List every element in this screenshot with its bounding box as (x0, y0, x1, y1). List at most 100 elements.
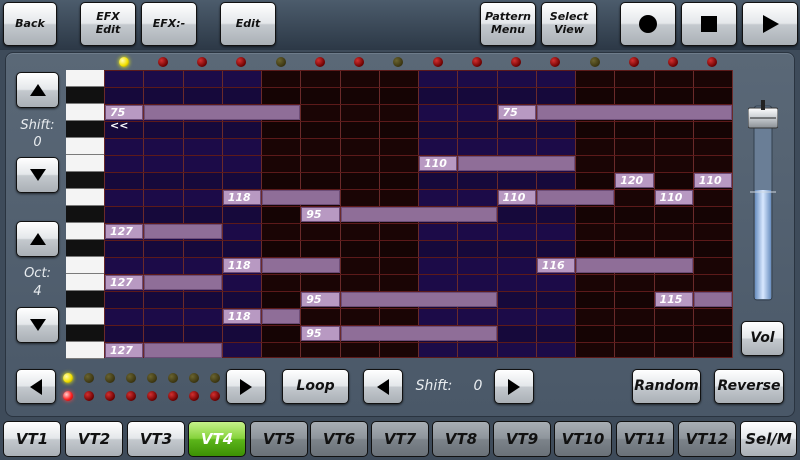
pattern-menu-button[interactable]: Pattern Menu (480, 2, 536, 46)
grid-hline (104, 87, 732, 88)
note-block[interactable]: 75 << (105, 105, 144, 132)
note-block[interactable] (536, 190, 615, 205)
oct-down-button[interactable] (16, 307, 59, 343)
volume-slider[interactable] (747, 80, 779, 302)
shift-right-button[interactable] (494, 369, 534, 404)
note-block[interactable]: 120 (615, 173, 654, 188)
note-block[interactable] (144, 105, 301, 120)
white-key[interactable] (66, 138, 104, 155)
grid-hline (104, 189, 732, 190)
note-block[interactable] (144, 224, 222, 239)
play-button[interactable] (742, 2, 798, 46)
up-arrow-icon (29, 233, 46, 245)
page-led (210, 391, 220, 401)
track-tab-vt5[interactable]: VT5 (250, 421, 308, 457)
white-key[interactable] (66, 257, 104, 274)
page-led (105, 391, 115, 401)
note-block[interactable]: 116 (536, 258, 575, 273)
page-led (210, 373, 220, 383)
shift-down-button[interactable] (16, 157, 59, 193)
piano-keyboard[interactable] (66, 70, 104, 359)
black-key[interactable] (66, 206, 104, 223)
note-block[interactable] (340, 292, 497, 307)
edit-button[interactable]: Edit (220, 2, 276, 46)
note-block[interactable] (536, 105, 732, 120)
page-prev-button[interactable] (16, 369, 56, 404)
note-block[interactable] (693, 292, 732, 307)
loop-button[interactable]: Loop (282, 369, 349, 404)
white-key[interactable] (66, 70, 104, 87)
note-block[interactable]: 110 (497, 190, 536, 205)
track-tab-vt3[interactable]: VT3 (127, 421, 185, 457)
note-block[interactable]: 118 (222, 258, 261, 273)
black-key[interactable] (66, 87, 104, 104)
track-tab-vt7[interactable]: VT7 (371, 421, 429, 457)
black-key[interactable] (66, 121, 104, 138)
note-block[interactable]: 110 (654, 190, 693, 205)
back-button[interactable]: Back (3, 2, 57, 46)
track-tab-vt12[interactable]: VT12 (678, 421, 736, 457)
white-key[interactable] (66, 223, 104, 240)
track-tab-sel-m[interactable]: Sel/M (740, 421, 797, 457)
note-block[interactable]: 95 (301, 292, 340, 307)
white-key[interactable] (66, 189, 104, 206)
note-block[interactable]: 115 (654, 292, 693, 307)
note-block[interactable]: 110 (693, 173, 732, 188)
note-block[interactable] (458, 156, 575, 171)
black-key[interactable] (66, 291, 104, 308)
reverse-button[interactable]: Reverse (714, 369, 784, 404)
note-block[interactable]: 127 (105, 224, 144, 239)
oct-up-button[interactable] (16, 221, 59, 257)
left-arrow-icon (377, 378, 389, 395)
track-tab-vt1[interactable]: VT1 (3, 421, 61, 457)
stop-button[interactable] (681, 2, 737, 46)
track-tab-vt2[interactable]: VT2 (65, 421, 123, 457)
shift-up-button[interactable] (16, 72, 59, 108)
note-block[interactable] (262, 309, 301, 324)
note-block[interactable] (340, 326, 497, 341)
note-block[interactable] (576, 258, 693, 273)
note-block[interactable]: 127 (105, 275, 144, 290)
note-block[interactable] (262, 190, 340, 205)
shift-left-button[interactable] (363, 369, 403, 404)
note-block[interactable]: 127 (105, 343, 144, 358)
efx-edit-button[interactable]: EFX Edit (80, 2, 136, 46)
note-block[interactable] (340, 207, 497, 222)
step-led (471, 57, 482, 67)
note-block[interactable] (144, 343, 222, 358)
white-key[interactable] (66, 342, 104, 359)
step-led (275, 57, 286, 67)
select-view-button[interactable]: Select View (541, 2, 597, 46)
vol-button[interactable]: Vol (741, 321, 784, 356)
track-tab-vt11[interactable]: VT11 (616, 421, 674, 457)
note-block[interactable]: 95 (301, 326, 340, 341)
track-tab-vt6[interactable]: VT6 (310, 421, 368, 457)
note-grid[interactable]: 75 << 75 110 120 110 118 110 110 95 127 118 116 127 9… (104, 70, 733, 358)
note-block[interactable]: 118 (222, 190, 261, 205)
step-led (589, 57, 600, 67)
note-block[interactable]: 95 (301, 207, 340, 222)
white-key[interactable] (66, 155, 104, 172)
black-key[interactable] (66, 240, 104, 257)
track-tab-vt10[interactable]: VT10 (554, 421, 612, 457)
note-block[interactable]: 118 (222, 309, 261, 324)
track-tab-vt8[interactable]: VT8 (432, 421, 490, 457)
note-block[interactable]: 75 (497, 105, 536, 120)
efx-edit-line2: Edit (95, 23, 121, 36)
white-key[interactable] (66, 104, 104, 121)
right-arrow-icon (240, 378, 252, 395)
track-tab-vt4[interactable]: VT4 (188, 421, 246, 457)
note-block[interactable] (262, 258, 340, 273)
white-key[interactable] (66, 274, 104, 291)
black-key[interactable] (66, 325, 104, 342)
step-led (118, 57, 129, 67)
note-block[interactable]: 110 (419, 156, 458, 171)
note-block[interactable] (144, 275, 222, 290)
white-key[interactable] (66, 308, 104, 325)
black-key[interactable] (66, 172, 104, 189)
page-next-button[interactable] (226, 369, 266, 404)
record-button[interactable] (620, 2, 676, 46)
track-tab-vt9[interactable]: VT9 (493, 421, 551, 457)
efx-minus-button[interactable]: EFX:- (141, 2, 197, 46)
random-button[interactable]: Random (632, 369, 701, 404)
